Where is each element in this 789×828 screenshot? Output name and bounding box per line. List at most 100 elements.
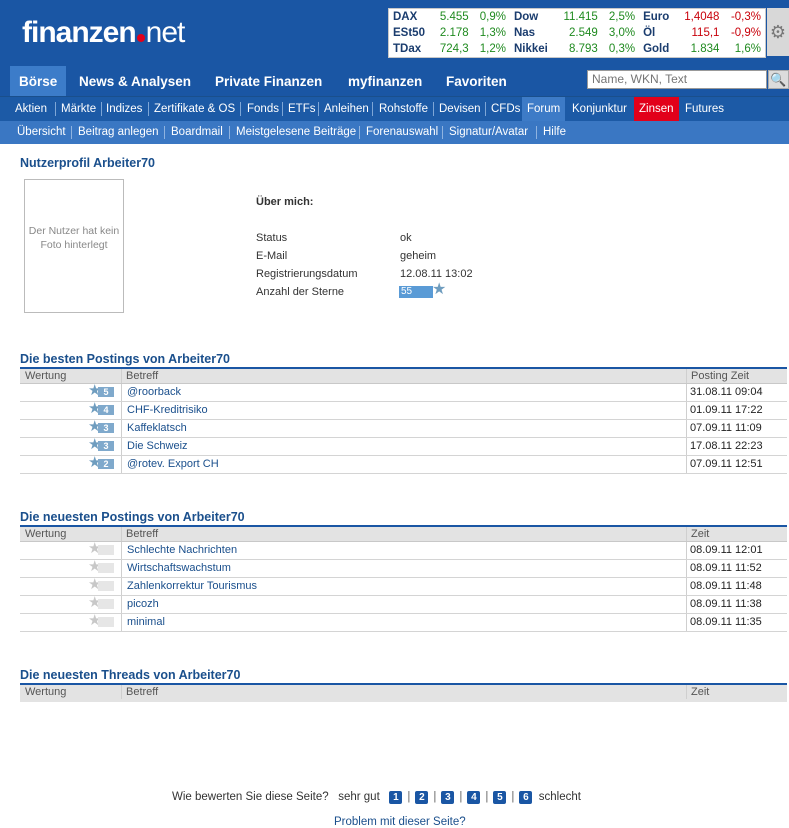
problem-link[interactable]: Problem mit dieser Seite?	[334, 816, 466, 828]
posting-time: 17.08.11 22:23	[690, 440, 763, 452]
divider: |	[407, 791, 411, 803]
star-icon: ★	[432, 281, 447, 298]
rating-badge: ★	[88, 595, 116, 611]
posting-link[interactable]: @roorback	[127, 384, 181, 401]
ticker-name[interactable]: DAX	[389, 9, 433, 25]
forum-nav-uebersicht[interactable]: Übersicht	[13, 121, 70, 144]
subnav-rohstoffe[interactable]: Rohstoffe	[374, 97, 433, 121]
forum-nav-forenauswahl[interactable]: Forenauswahl	[362, 121, 442, 144]
forum-nav-signatur[interactable]: Signatur/Avatar	[445, 121, 532, 144]
forum-nav-beitrag-anlegen[interactable]: Beitrag anlegen	[74, 121, 163, 144]
divider	[121, 596, 122, 613]
divider	[121, 614, 122, 631]
posting-time: 08.09.11 12:01	[690, 544, 763, 556]
nav-item-myfinanzen[interactable]: myfinanzen	[339, 66, 431, 96]
ticker-name[interactable]: Dow	[510, 9, 556, 25]
forum-nav-boardmail[interactable]: Boardmail	[167, 121, 227, 144]
posting-time: 08.09.11 11:38	[690, 598, 762, 610]
ticker-name[interactable]: Gold	[639, 41, 676, 57]
subnav-forum[interactable]: Forum	[522, 97, 566, 121]
ticker-name[interactable]: Öl	[639, 25, 676, 41]
about-me-label: Über mich:	[256, 196, 314, 208]
ticker-name[interactable]: ESt50	[389, 25, 433, 41]
posting-link[interactable]: CHF-Kreditrisiko	[127, 402, 208, 419]
subnav-zinsen[interactable]: Zinsen	[634, 97, 679, 121]
column-header: Posting Zeit	[691, 370, 750, 382]
rating-score-button[interactable]: 5	[493, 791, 507, 804]
rating-question: Wie bewerten Sie diese Seite?	[172, 791, 329, 803]
ticker-name[interactable]: Nikkei	[510, 41, 556, 57]
ticker-value: 11.415	[563, 11, 598, 23]
ticker-value: 724,3	[439, 43, 469, 55]
posting-link[interactable]: Wirtschaftswachstum	[127, 560, 231, 577]
best-postings-title: Die besten Postings von Arbeiter70	[20, 352, 231, 366]
gear-icon[interactable]: ⚙	[767, 8, 789, 56]
rating-score-button[interactable]: 4	[467, 791, 481, 804]
rating-score-button[interactable]: 2	[415, 791, 429, 804]
ticker-name[interactable]: Nas	[510, 25, 556, 41]
table-row: ★ picozh 08.09.11 11:38	[20, 595, 787, 614]
search-icon[interactable]: 🔍	[768, 70, 789, 89]
divider	[121, 685, 122, 699]
rating-score-button[interactable]: 1	[389, 791, 403, 804]
rating-score-button[interactable]: 6	[519, 791, 533, 804]
rating-value	[98, 599, 114, 609]
subnav-futures[interactable]: Futures	[680, 97, 729, 121]
ticker-value: 8.793	[569, 43, 598, 55]
ticker-change: 1,6%	[734, 43, 761, 55]
posting-link[interactable]: Zahlenkorrektur Tourismus	[127, 578, 257, 595]
nav-item-private-finanzen[interactable]: Private Finanzen	[206, 66, 331, 96]
divider	[686, 614, 687, 631]
table-row: ★ Schlechte Nachrichten 08.09.11 12:01	[20, 541, 787, 560]
divider	[686, 685, 687, 699]
subnav-etfs[interactable]: ETFs	[283, 97, 320, 121]
subnav-anleihen[interactable]: Anleihen	[319, 97, 374, 121]
ticker-change: 3,0%	[608, 27, 636, 39]
search-input[interactable]	[587, 70, 767, 89]
nav-item-favoriten[interactable]: Favoriten	[437, 66, 516, 96]
ticker-row: TDax 724,3 1,2% Nikkei 8.793 0,3% Gold 1.834 1,6…	[389, 41, 765, 57]
divider	[121, 542, 122, 559]
subnav-devisen[interactable]: Devisen	[434, 97, 486, 121]
forum-nav-hilfe[interactable]: Hilfe	[539, 121, 570, 144]
rating-score-button[interactable]: 3	[441, 791, 455, 804]
email-label: E-Mail	[256, 250, 288, 262]
rating-value	[98, 617, 114, 627]
divider: |	[485, 791, 489, 803]
posting-time: 08.09.11 11:35	[690, 616, 762, 628]
nav-item-news[interactable]: News & Analysen	[70, 66, 200, 96]
column-header: Wertung	[25, 686, 67, 698]
ticker-name[interactable]: TDax	[389, 41, 433, 57]
column-header: Wertung	[25, 370, 67, 382]
ticker-name[interactable]: Euro	[639, 9, 676, 25]
forum-nav: Übersicht Beitrag anlegen Boardmail Meis…	[0, 121, 789, 144]
subnav-zertifikate[interactable]: Zertifikate & OS	[149, 97, 240, 121]
sub-nav: Aktien Märkte Indizes Zertifikate & OS F…	[0, 96, 789, 121]
subnav-cfds[interactable]: CFDs	[486, 97, 525, 121]
posting-link[interactable]: @rotev. Export CH	[127, 456, 219, 473]
subnav-fonds[interactable]: Fonds	[242, 97, 284, 121]
posting-link[interactable]: Kaffeklatsch	[127, 420, 187, 437]
forum-nav-meistgelesene[interactable]: Meistgelesene Beiträge	[232, 121, 360, 144]
subnav-konjunktur[interactable]: Konjunktur	[567, 97, 632, 121]
nav-item-boerse[interactable]: Börse	[10, 66, 67, 96]
divider	[359, 126, 360, 139]
posting-link[interactable]: minimal	[127, 614, 165, 631]
subnav-indizes[interactable]: Indizes	[101, 97, 147, 121]
posting-link[interactable]: Die Schweiz	[127, 438, 188, 455]
profile-title: Nutzerprofil Arbeiter70	[20, 156, 155, 170]
email-value: geheim	[400, 250, 437, 262]
status-value: ok	[400, 232, 412, 244]
ticker-value: 2.178	[439, 27, 469, 39]
column-header: Betreff	[126, 370, 159, 382]
posting-link[interactable]: picozh	[127, 596, 159, 613]
rating-value	[98, 581, 114, 591]
subnav-maerkte[interactable]: Märkte	[56, 97, 101, 121]
divider	[240, 102, 241, 116]
rating-badge: ★ 3	[88, 437, 116, 453]
ticker-value: 115,1	[691, 27, 720, 39]
subnav-aktien[interactable]: Aktien	[10, 97, 52, 121]
posting-time: 08.09.11 11:52	[690, 562, 762, 574]
posting-link[interactable]: Schlechte Nachrichten	[127, 542, 237, 559]
site-logo[interactable]: finanzen net	[22, 16, 185, 50]
